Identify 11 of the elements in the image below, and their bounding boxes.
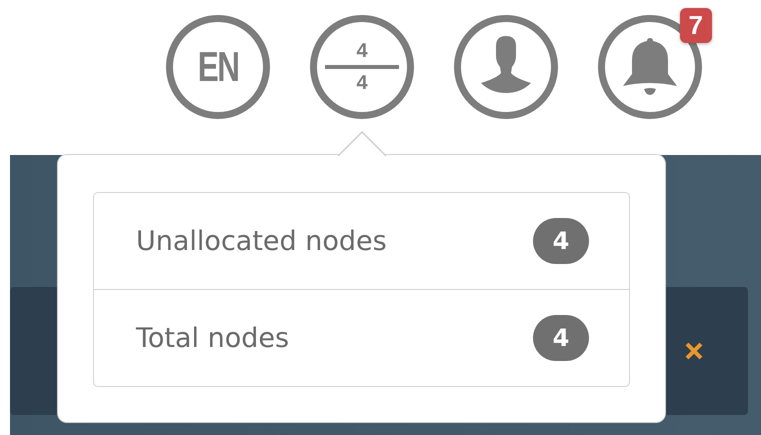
numerator: 4 <box>356 39 368 63</box>
node-stat-label: Unallocated nodes <box>136 226 387 256</box>
nodes-button[interactable]: 4 4 <box>310 15 414 119</box>
notification-badge: 7 <box>680 8 712 43</box>
count-badge: 4 <box>533 218 589 264</box>
language-button[interactable]: EN <box>166 15 270 119</box>
node-stat-label: Total nodes <box>136 322 290 354</box>
bell-icon <box>622 38 678 96</box>
close-icon[interactable] <box>684 341 704 361</box>
denominator: 4 <box>356 71 368 95</box>
count-badge: 4 <box>533 315 589 361</box>
